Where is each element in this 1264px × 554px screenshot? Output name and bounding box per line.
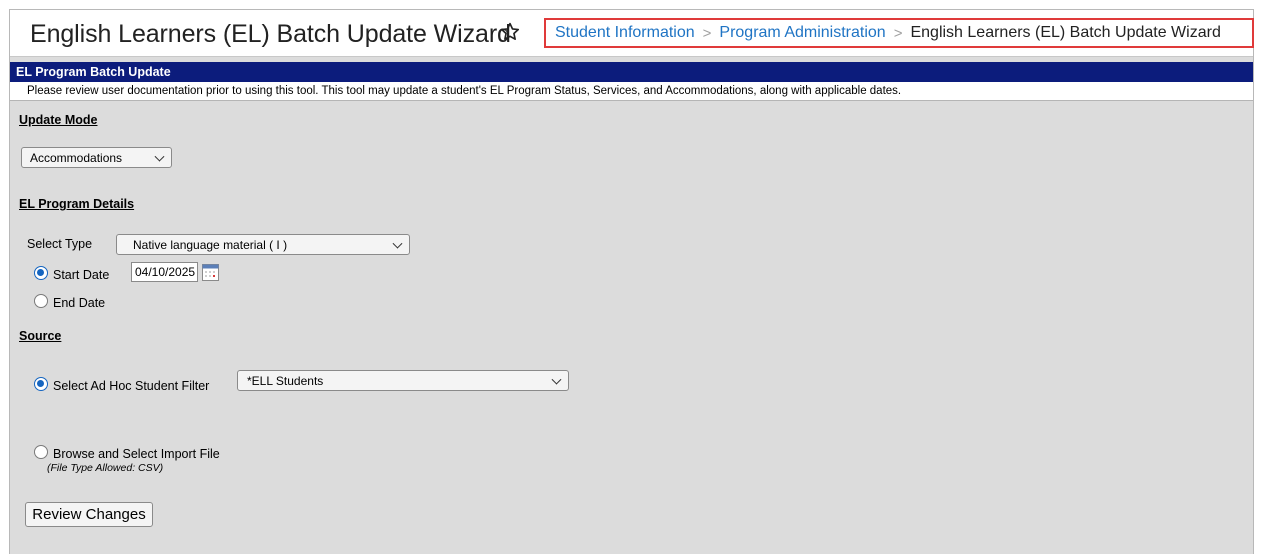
adhoc-filter-radio[interactable] bbox=[34, 377, 48, 391]
end-date-radio[interactable] bbox=[34, 294, 48, 308]
chevron-right-icon: > bbox=[702, 24, 712, 42]
select-type-select[interactable]: Native language material ( I ) bbox=[116, 234, 410, 255]
panel-title: EL Program Batch Update bbox=[10, 62, 1253, 82]
start-date-label: Start Date bbox=[53, 268, 110, 282]
breadcrumb: Student Information > Program Administra… bbox=[544, 18, 1254, 48]
breadcrumb-current: English Learners (EL) Batch Update Wizar… bbox=[910, 24, 1221, 41]
adhoc-filter-value: *ELL Students bbox=[247, 373, 324, 388]
chevron-down-icon bbox=[551, 374, 562, 385]
source-label: Source bbox=[19, 329, 62, 343]
page-title: English Learners (EL) Batch Update Wizar… bbox=[30, 20, 511, 48]
title-bar: English Learners (EL) Batch Update Wizar… bbox=[10, 10, 1254, 57]
calendar-icon[interactable] bbox=[202, 264, 219, 281]
update-mode-select[interactable]: Accommodations bbox=[21, 147, 172, 168]
end-date-label: End Date bbox=[53, 296, 106, 310]
program-details-label: EL Program Details bbox=[19, 197, 135, 211]
update-mode-value: Accommodations bbox=[30, 150, 123, 165]
start-date-radio[interactable] bbox=[34, 266, 48, 280]
chevron-down-icon bbox=[392, 238, 403, 249]
adhoc-filter-label: Select Ad Hoc Student Filter bbox=[53, 379, 210, 393]
review-changes-button[interactable]: Review Changes bbox=[25, 502, 153, 527]
wizard-frame: English Learners (EL) Batch Update Wizar… bbox=[9, 9, 1254, 554]
import-file-hint: (File Type Allowed: CSV) bbox=[47, 462, 164, 474]
import-file-label: Browse and Select Import File bbox=[53, 447, 220, 461]
breadcrumb-program-administration[interactable]: Program Administration bbox=[719, 24, 885, 42]
star-icon[interactable] bbox=[499, 21, 521, 43]
notice-text: Please review user documentation prior t… bbox=[10, 82, 1253, 101]
select-type-value: Native language material ( I ) bbox=[133, 237, 288, 252]
breadcrumb-student-information[interactable]: Student Information bbox=[555, 24, 695, 42]
adhoc-filter-select[interactable]: *ELL Students bbox=[237, 370, 569, 391]
chevron-down-icon bbox=[154, 151, 165, 162]
import-file-radio[interactable] bbox=[34, 445, 48, 459]
update-mode-label: Update Mode bbox=[19, 113, 98, 127]
chevron-right-icon: > bbox=[893, 24, 903, 42]
start-date-input[interactable]: 04/10/2025 bbox=[131, 262, 198, 282]
select-type-label: Select Type bbox=[27, 237, 93, 251]
